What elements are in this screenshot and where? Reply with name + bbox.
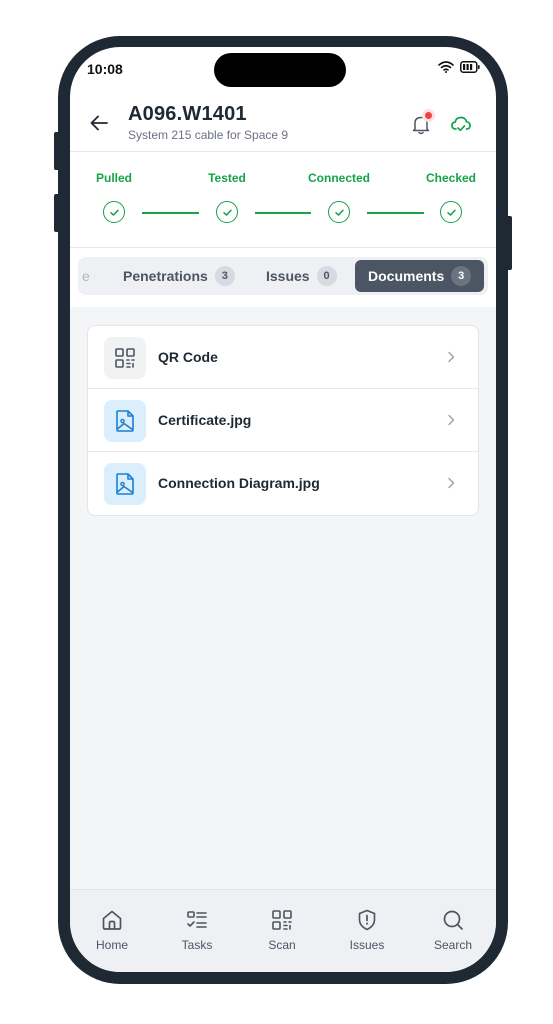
- step-connector: [367, 212, 424, 214]
- cable-title: A096.W1401: [128, 103, 247, 125]
- step-check-tested: [216, 201, 238, 223]
- notifications-button[interactable]: [408, 111, 434, 137]
- tab-partial[interactable]: e: [82, 257, 90, 295]
- nav-scan-label: Scan: [268, 938, 296, 952]
- qr-code-icon: [104, 337, 146, 379]
- tab-documents[interactable]: Documents 3: [355, 260, 485, 292]
- status-time: 10:08: [87, 61, 123, 77]
- check-icon: [109, 209, 119, 216]
- step-connector: [142, 212, 199, 214]
- check-icon: [334, 209, 344, 216]
- document-item-certificate[interactable]: Certificate.jpg: [88, 389, 478, 452]
- document-list: QR Code Certificate.jpg Connection Diagr…: [87, 325, 479, 516]
- check-icon: [222, 209, 232, 216]
- step-label-pulled: Pulled: [95, 171, 133, 185]
- image-file-glyph: [116, 473, 134, 495]
- bottom-navigation: Home Tasks Scan Issues Search: [70, 889, 496, 972]
- tasks-icon: [187, 911, 207, 928]
- status-icons: [438, 61, 480, 73]
- nav-issues-label: Issues: [349, 938, 385, 952]
- tab-documents-count: 3: [451, 266, 472, 286]
- tab-partial-label: e: [82, 268, 90, 284]
- chevron-right-icon: [448, 414, 455, 426]
- tab-issues[interactable]: Issues 0: [266, 257, 337, 295]
- cloud-sync-icon[interactable]: [450, 113, 472, 135]
- tab-penetrations-label: Penetrations: [123, 268, 208, 284]
- nav-tasks[interactable]: Tasks: [162, 908, 232, 952]
- image-file-icon: [104, 463, 146, 505]
- step-connector: [255, 212, 311, 214]
- wifi-icon: [438, 61, 454, 73]
- tab-bar: e Penetrations 3 Issues 0 Documents 3: [78, 257, 488, 295]
- document-item-connection-diagram[interactable]: Connection Diagram.jpg: [88, 452, 478, 515]
- side-button-left-top: [54, 132, 60, 170]
- nav-tasks-label: Tasks: [181, 938, 213, 952]
- step-label-connected: Connected: [307, 171, 371, 185]
- image-file-glyph: [116, 410, 134, 432]
- document-name: Certificate.jpg: [158, 412, 252, 428]
- document-name: QR Code: [158, 349, 218, 365]
- nav-search[interactable]: Search: [418, 908, 488, 952]
- step-label-tested: Tested: [208, 171, 246, 185]
- phone-screen: 10:08 A096.W1401 System 215 cable for Sp…: [70, 47, 496, 972]
- home-icon: [102, 910, 122, 930]
- tab-issues-count: 0: [316, 266, 337, 286]
- tab-penetrations-count: 3: [214, 266, 235, 286]
- chevron-right-icon: [448, 477, 455, 489]
- document-name: Connection Diagram.jpg: [158, 475, 320, 491]
- side-button-right: [506, 216, 512, 270]
- nav-home[interactable]: Home: [77, 908, 147, 952]
- progress-stepper: Pulled Tested Connected Checked: [70, 153, 496, 247]
- search-icon: [443, 910, 463, 930]
- nav-scan[interactable]: Scan: [247, 908, 317, 952]
- chevron-right-icon: [448, 351, 455, 363]
- nav-issues[interactable]: Issues: [332, 908, 402, 952]
- check-icon: [446, 209, 456, 216]
- tab-issues-label: Issues: [266, 268, 310, 284]
- step-check-connected: [328, 201, 350, 223]
- app-header: A096.W1401 System 215 cable for Space 9: [70, 99, 496, 151]
- image-file-icon: [104, 400, 146, 442]
- battery-icon: [460, 61, 480, 73]
- nav-search-label: Search: [433, 938, 473, 952]
- notification-dot: [425, 112, 432, 119]
- tab-penetrations[interactable]: Penetrations 3: [123, 257, 235, 295]
- stepper-divider: [70, 247, 496, 248]
- step-label-checked: Checked: [425, 171, 477, 185]
- side-button-left-bottom: [54, 194, 60, 232]
- document-item-qr-code[interactable]: QR Code: [88, 326, 478, 389]
- cable-subtitle: System 215 cable for Space 9: [128, 128, 289, 142]
- header-divider: [70, 151, 496, 152]
- nav-home-label: Home: [95, 938, 128, 952]
- tab-documents-label: Documents: [368, 268, 445, 284]
- back-arrow-icon[interactable]: [88, 112, 110, 134]
- shield-alert-icon: [358, 909, 376, 931]
- dynamic-island: [214, 53, 346, 87]
- step-check-checked: [440, 201, 462, 223]
- step-check-pulled: [103, 201, 125, 223]
- documents-panel: QR Code Certificate.jpg Connection Diagr…: [70, 307, 496, 889]
- qr-code-glyph: [115, 348, 135, 368]
- qr-scan-icon: [272, 910, 292, 930]
